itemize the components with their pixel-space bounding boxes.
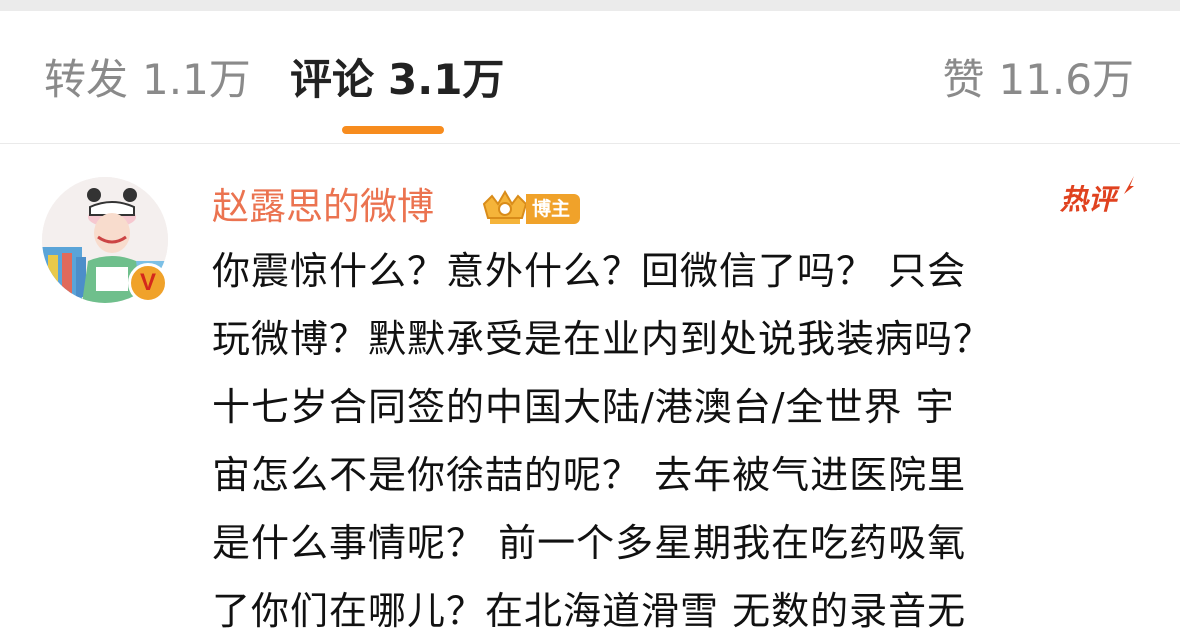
active-tab-indicator (342, 126, 444, 134)
tab-repost-count: 1.1万 (142, 55, 251, 104)
tab-like-count: 11.6万 (998, 55, 1134, 104)
comment-line: 是什么事情呢？ 前一个多星期我在吃药吸氧 (212, 521, 967, 565)
username[interactable]: 赵露思的微博 (212, 184, 434, 230)
tab-repost-label: 转发 (44, 55, 129, 104)
status-bar (0, 0, 1180, 11)
comment-line: 宙怎么不是你徐喆的呢？ 去年被气进医院里 (212, 453, 967, 497)
verified-badge-icon: V (128, 263, 168, 303)
blogger-badge: 博主 (526, 194, 581, 224)
tab-like-label: 赞 (942, 55, 985, 104)
tab-comment-count: 3.1万 (388, 55, 505, 104)
interaction-tabs: 转发 1.1万 评论 3.1万 赞 11.6万 (0, 11, 1180, 143)
comment-line: 了你们在哪儿？在北海道滑雪 无数的录音无 (212, 589, 967, 633)
comment-line: 十七岁合同签的中国大陆/港澳台/全世界 宇 (212, 385, 955, 429)
comment-text: 你震惊什么？意外什么？回微信了吗？ 只会 玩微博？默默承受是在业内到处说我装病吗… (212, 237, 1142, 642)
flame-icon (1124, 176, 1134, 194)
tab-repost[interactable]: 转发 1.1万 (44, 55, 251, 105)
tab-like[interactable]: 赞 11.6万 (942, 55, 1134, 105)
comment-line: 你震惊什么？意外什么？回微信了吗？ 只会 (212, 249, 967, 293)
comment-line: 玩微博？默默承受是在业内到处说我装病吗？ (212, 317, 993, 361)
comment-item: V 赵露思的微博 博主 热评 你震惊什么？意外什么？回微信了吗？ 只会 玩微博？… (0, 144, 1180, 642)
hot-comment-badge: 热评 (1060, 183, 1117, 216)
crown-icon (482, 190, 528, 224)
tab-comment-label: 评论 (290, 55, 375, 104)
tab-comment[interactable]: 评论 3.1万 (290, 55, 504, 105)
